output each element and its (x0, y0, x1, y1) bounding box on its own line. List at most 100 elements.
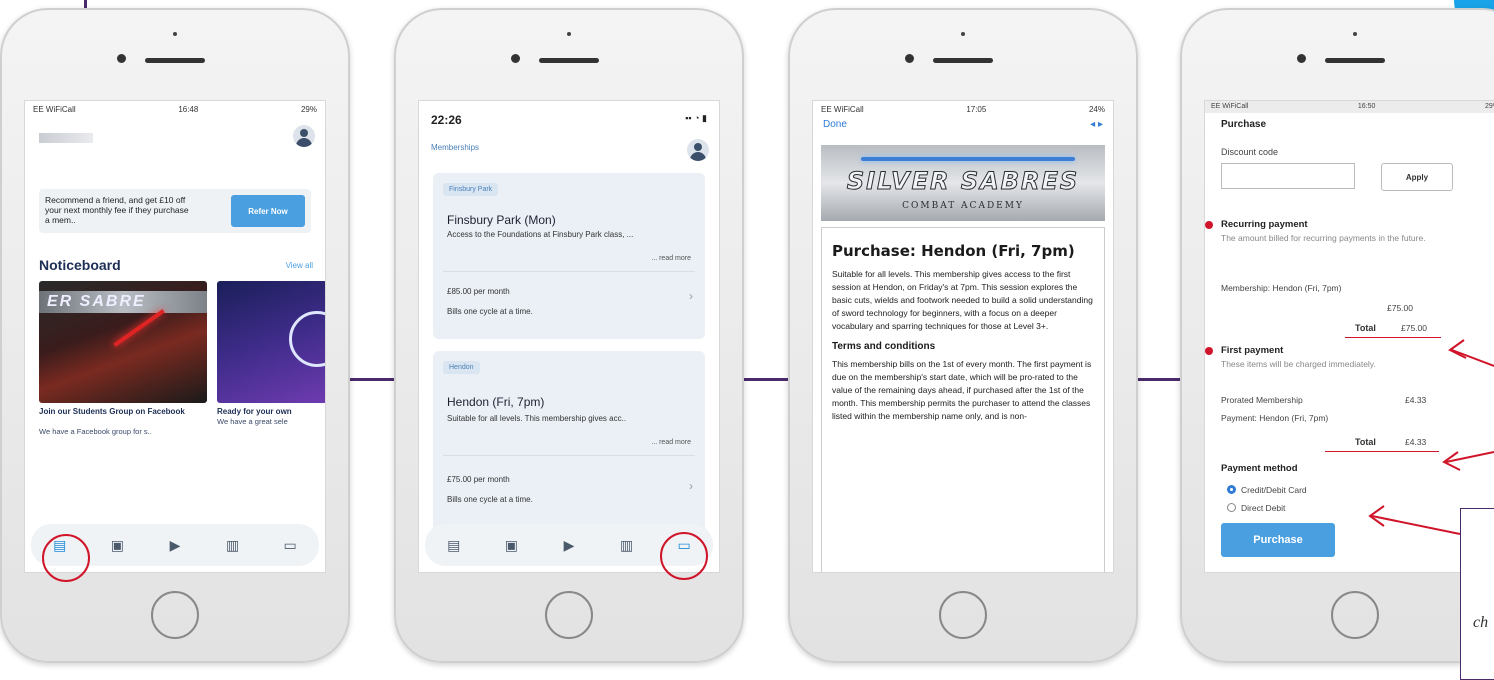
video-icon[interactable]: ▶ (559, 535, 579, 555)
radio-credit-card[interactable] (1227, 485, 1236, 494)
document-title: Purchase: Hendon (Fri, 7pm) (832, 242, 1075, 260)
notice-card-image-1[interactable]: ER SABRE (39, 281, 207, 403)
underline-marker (1325, 451, 1439, 452)
phone-4-screen: EE WiFiCall 16:50 29% Purchase Discount … (1204, 100, 1494, 573)
first-item-line-1: Prorated Membership (1221, 395, 1303, 405)
camera (511, 54, 520, 63)
discount-label: Discount code (1221, 147, 1279, 157)
billing-cycle: Bills one cycle at a time. (447, 307, 533, 316)
membership-desc: Access to the Foundations at Finsbury Pa… (447, 230, 634, 239)
direct-debit-label[interactable]: Direct Debit (1241, 503, 1285, 513)
speaker (1325, 58, 1385, 63)
phone-1-screen: EE WiFiCall 16:48 29% Recommend a friend… (24, 100, 326, 573)
phone-2: 22:26 ▪▪ ◔ ▮ Memberships Finsbury Park F… (394, 8, 744, 663)
notice-card-title-2[interactable]: Ready for your own (217, 407, 325, 416)
phone-3-screen: EE WiFiCall 17:05 24% Done ◂ ▸ SILVER SA… (812, 100, 1114, 573)
clock: 17:05 (966, 105, 987, 114)
home-button[interactable] (151, 591, 199, 639)
clock: 16:50 (1357, 103, 1376, 110)
camera (905, 54, 914, 63)
brand-logo (39, 133, 93, 143)
video-icon[interactable]: ▶ (165, 535, 185, 555)
recurring-total-label: Total (1355, 323, 1376, 333)
refer-banner: Recommend a friend, and get £10 off your… (39, 189, 311, 233)
first-item-line-2: Payment: Hendon (Fri, 7pm) (1221, 413, 1329, 423)
first-total-amount: £4.33 (1405, 437, 1427, 447)
noticeboard-title: Noticeboard (39, 257, 121, 273)
academy-logo: SILVER SABRES COMBAT ACADEMY (821, 145, 1105, 221)
done-button[interactable]: Done (823, 119, 847, 130)
status-icons: ▪▪ ◔ ▮ (685, 113, 707, 123)
highlight-circle (660, 532, 708, 580)
chart-icon[interactable]: ▥ (617, 535, 637, 555)
membership-desc: Suitable for all levels. This membership… (447, 414, 627, 423)
read-more-link[interactable]: ... read more (651, 255, 691, 262)
nav-arrows-icon[interactable]: ◂ ▸ (1090, 119, 1103, 130)
home-button[interactable] (545, 591, 593, 639)
logo-sub-text: COMBAT ACADEMY (902, 201, 1024, 211)
home-button[interactable] (939, 591, 987, 639)
divider (443, 271, 695, 272)
read-more-link[interactable]: ... read more (651, 439, 691, 446)
purchase-button[interactable]: Purchase (1221, 523, 1335, 557)
first-payment-desc: These items will be charged immediately. (1221, 359, 1376, 369)
battery: 29% (1484, 103, 1494, 110)
highlight-circle (42, 534, 90, 582)
radio-direct-debit[interactable] (1227, 503, 1236, 512)
speaker (539, 58, 599, 63)
membership-name: Hendon (Fri, 7pm) (447, 395, 545, 409)
phone-1: EE WiFiCall 16:48 29% Recommend a friend… (0, 8, 350, 663)
marker-dot (1205, 347, 1213, 355)
camera (117, 54, 126, 63)
home-button[interactable] (1331, 591, 1379, 639)
view-all-link[interactable]: View all (286, 261, 313, 270)
status-bar: EE WiFiCall 16:48 29% (25, 101, 325, 118)
recurring-desc: The amount billed for recurring payments… (1221, 233, 1426, 243)
document-body: Suitable for all levels. This membership… (832, 269, 1093, 331)
sensor-dot (567, 32, 571, 36)
avatar[interactable] (687, 139, 709, 161)
billing-cycle: Bills one cycle at a time. (447, 495, 533, 504)
recurring-total-amount: £75.00 (1401, 323, 1427, 333)
membership-price: £75.00 per month (447, 475, 510, 484)
membership-price: £85.00 per month (447, 287, 510, 296)
sensor-dot (961, 32, 965, 36)
carrier: EE WiFiCall (33, 105, 76, 114)
calendar-icon[interactable]: ▣ (107, 535, 127, 555)
status-bar: EE WiFiCall 17:05 24% (813, 101, 1113, 118)
phone-2-screen: 22:26 ▪▪ ◔ ▮ Memberships Finsbury Park F… (418, 100, 720, 573)
speaker (933, 58, 993, 63)
recurring-item: Membership: Hendon (Fri, 7pm) (1221, 283, 1342, 293)
status-bar: EE WiFiCall 16:50 29% (1205, 101, 1494, 113)
notice-card-image-2[interactable] (217, 281, 325, 403)
page-title: Memberships (431, 143, 480, 152)
notice-card-sub-2: We have a great sele (217, 417, 288, 426)
monitor-icon[interactable]: ▭ (280, 535, 300, 555)
avatar[interactable] (293, 125, 315, 147)
apply-button[interactable]: Apply (1381, 163, 1453, 191)
membership-card-1[interactable]: Finsbury Park Finsbury Park (Mon) Access… (433, 173, 705, 339)
camera (1297, 54, 1306, 63)
notice-card-title-1[interactable]: Join our Students Group on Facebook (39, 407, 207, 416)
first-total-label: Total (1355, 437, 1376, 447)
refer-now-button[interactable]: Refer Now (231, 195, 305, 227)
callout-box (1460, 508, 1494, 680)
card-glow (289, 311, 325, 367)
refer-text: Recommend a friend, and get £10 off your… (45, 195, 189, 225)
calendar-icon[interactable]: ▣ (501, 535, 521, 555)
chevron-right-icon: › (689, 479, 693, 493)
location-tag: Finsbury Park (443, 183, 499, 196)
underline-marker (1345, 337, 1441, 338)
card-banner-text: ER SABRE (39, 291, 207, 313)
first-payment-title: First payment (1221, 345, 1284, 356)
chart-icon[interactable]: ▥ (223, 535, 243, 555)
credit-card-label[interactable]: Credit/Debit Card (1241, 485, 1307, 495)
discount-code-input[interactable] (1221, 163, 1355, 189)
logo-main-text: SILVER SABRES (846, 167, 1080, 196)
carrier: EE WiFiCall (1211, 103, 1249, 110)
membership-card-2[interactable]: Hendon Hendon (Fri, 7pm) Suitable for al… (433, 351, 705, 533)
document-icon[interactable]: ▤ (444, 535, 464, 555)
purchase-heading: Purchase (1221, 119, 1267, 130)
clock: 22:26 (431, 113, 462, 127)
location-tag: Hendon (443, 361, 480, 374)
